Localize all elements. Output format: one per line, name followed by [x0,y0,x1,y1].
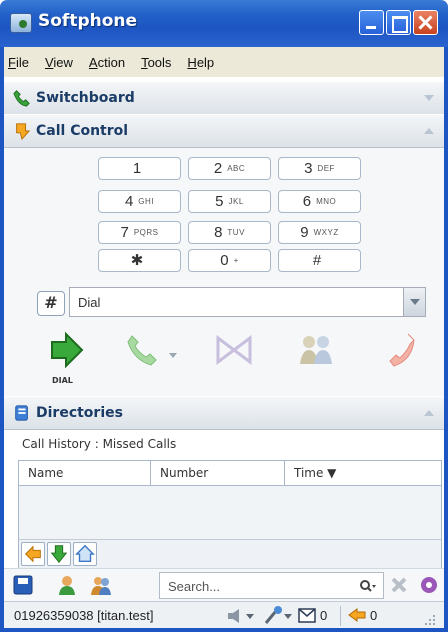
hang-up-icon[interactable] [378,330,418,370]
switchboard-label: Switchboard [36,90,135,106]
key-9[interactable]: 9 WXYZ [278,221,361,244]
key-hash[interactable]: # [278,249,361,272]
call-control-label: Call Control [36,123,129,139]
contact-icon[interactable] [56,574,78,596]
key-4[interactable]: 4 GHI [98,190,181,213]
column-divider[interactable] [150,461,151,486]
arrow-down-icon [50,545,68,563]
download-button[interactable] [47,542,71,566]
close-button[interactable] [413,10,438,35]
search-icon[interactable] [359,579,377,593]
account-identity: 01926359038 [titan.test] [14,608,154,623]
clear-search-icon[interactable] [388,574,410,596]
answer-call-icon[interactable] [124,330,164,370]
directory-toolbar: Search... [4,568,444,601]
column-number[interactable]: Number [160,466,208,480]
key-5[interactable]: 5 JKL [188,190,271,213]
column-time[interactable]: Time ▼ [294,466,336,480]
missed-calls-icon[interactable] [348,608,366,623]
chevron-down-icon[interactable] [168,352,178,360]
phone-icon [13,90,30,107]
key-8[interactable]: 8 TUV [188,221,271,244]
advanced-search-icon[interactable] [418,574,440,596]
directories-header[interactable]: Directories [4,396,444,430]
speaker-volume-icon[interactable] [226,607,256,625]
title-bar[interactable]: Softphone [0,0,448,47]
chevron-up-icon[interactable] [424,128,434,134]
search-input[interactable]: Search... [159,572,384,599]
table-header: Name Number Time ▼ [19,461,441,486]
window-title: Softphone [38,11,138,31]
dial-input-value: Dial [78,295,101,310]
group-contacts-icon[interactable] [90,574,112,596]
call-history-label: Call History : Missed Calls [22,437,177,451]
key-3[interactable]: 3 DEF [278,157,361,180]
voicemail-icon[interactable] [298,608,316,623]
call-control-icon [16,123,31,140]
key-2[interactable]: 2 ABC [188,157,271,180]
directories-label: Directories [36,405,123,421]
microphone-volume-icon[interactable] [262,605,294,625]
chevron-down-icon[interactable] [424,95,434,101]
call-history-table[interactable]: Name Number Time ▼ [18,460,442,568]
dial-input[interactable]: Dial [69,287,426,317]
status-divider [340,606,341,626]
search-placeholder: Search... [168,579,221,594]
dial-dropdown-button[interactable] [403,288,425,316]
menu-view[interactable]: View [45,55,73,70]
menu-help[interactable]: Help [187,55,214,70]
voicemail-count: 0 [320,608,328,623]
call-control-header[interactable]: Call Control [4,114,444,148]
transfer-icon[interactable] [214,330,254,370]
softphone-app-icon [10,13,32,33]
switchboard-header[interactable]: Switchboard [4,81,444,115]
menu-tools[interactable]: Tools [141,55,171,70]
previous-button[interactable] [21,542,45,566]
key-1[interactable]: 1 [98,157,181,180]
key-0[interactable]: 0 + [188,249,271,272]
save-contacts-icon[interactable] [12,574,34,596]
resize-grip-icon[interactable] [424,614,436,626]
arrow-left-icon [25,545,41,563]
missed-calls-count: 0 [370,608,378,623]
column-name[interactable]: Name [28,466,63,480]
minimize-button[interactable] [359,10,384,35]
key-7[interactable]: 7 PQRS [98,221,181,244]
directory-book-icon [15,405,28,421]
status-bar: 01926359038 [titan.test] 0 0 [4,601,444,628]
history-nav-bar [19,539,441,568]
key-star[interactable]: ✱ [98,249,181,272]
menu-file[interactable]: File [8,55,29,70]
chevron-up-icon[interactable] [424,410,434,416]
menu-bar: File View Action Tools Help [0,47,448,77]
column-divider[interactable] [284,461,285,486]
dial-arrow-icon[interactable] [46,330,86,370]
dial-hash-button[interactable]: # [37,291,65,316]
key-6[interactable]: 6 MNO [278,190,361,213]
menu-action[interactable]: Action [89,55,125,70]
home-icon [75,544,95,563]
dial-caption: DIAL [52,376,73,385]
conference-icon[interactable] [296,330,336,370]
maximize-button[interactable] [386,10,411,35]
home-button[interactable] [73,542,97,566]
